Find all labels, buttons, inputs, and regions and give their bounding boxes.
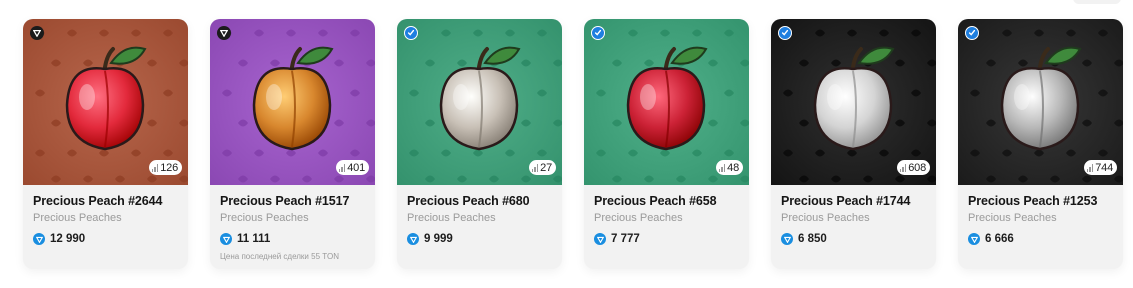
price-row: 11 111 — [220, 233, 365, 245]
supply-count-badge: 27 — [528, 160, 556, 175]
signal-bars-icon — [151, 163, 159, 172]
supply-count-badge: 744 — [1083, 160, 1117, 175]
nft-image: 608 — [771, 19, 936, 185]
nft-name: Precious Peach #1253 — [968, 194, 1098, 208]
nft-card[interactable]: 401 Precious Peach #1517 Precious Peache… — [210, 19, 375, 269]
ton-icon — [220, 233, 232, 245]
collection-name: Precious Peaches — [407, 212, 496, 224]
check-badge-icon — [965, 26, 979, 40]
signal-bars-icon — [718, 163, 726, 172]
price-row: 6 850 — [781, 233, 926, 245]
supply-count: 27 — [540, 161, 552, 174]
top-tab-edge — [1073, 0, 1121, 4]
nft-name: Precious Peach #1517 — [220, 194, 350, 208]
ton-icon — [33, 233, 45, 245]
price-row: 12 990 — [33, 233, 178, 245]
nft-card[interactable]: 126 Precious Peach #2644 Precious Peache… — [23, 19, 188, 269]
nft-image: 126 — [23, 19, 188, 185]
supply-count-badge: 126 — [148, 160, 182, 175]
price-value: 9 999 — [424, 233, 453, 245]
supply-count: 48 — [727, 161, 739, 174]
nft-card[interactable]: 27 Precious Peach #680 Precious Peaches … — [397, 19, 562, 269]
collection-name: Precious Peaches — [594, 212, 683, 224]
collection-name: Precious Peaches — [220, 212, 309, 224]
supply-count-badge: 401 — [335, 160, 369, 175]
nft-image: 744 — [958, 19, 1123, 185]
nft-image: 27 — [397, 19, 562, 185]
supply-count-badge: 608 — [896, 160, 930, 175]
nft-card[interactable]: 608 Precious Peach #1744 Precious Peache… — [771, 19, 936, 269]
verified-shield-icon — [30, 26, 44, 40]
supply-count: 126 — [160, 161, 178, 174]
price-value: 7 777 — [611, 233, 640, 245]
ton-icon — [968, 233, 980, 245]
collection-name: Precious Peaches — [781, 212, 870, 224]
nft-card[interactable]: 48 Precious Peach #658 Precious Peaches … — [584, 19, 749, 269]
nft-image: 401 — [210, 19, 375, 185]
signal-bars-icon — [1086, 163, 1094, 172]
price-value: 6 850 — [798, 233, 827, 245]
price-value: 12 990 — [50, 233, 86, 245]
nft-name: Precious Peach #2644 — [33, 194, 163, 208]
price-value: 6 666 — [985, 233, 1014, 245]
verified-shield-icon — [217, 26, 231, 40]
ton-icon — [781, 233, 793, 245]
last-sale-price: Цена последней сделки 55 TON — [220, 252, 339, 261]
collection-name: Precious Peaches — [968, 212, 1057, 224]
nft-name: Precious Peach #1744 — [781, 194, 911, 208]
supply-count: 744 — [1095, 161, 1113, 174]
supply-count: 401 — [347, 161, 365, 174]
price-value: 11 111 — [237, 233, 271, 245]
signal-bars-icon — [899, 163, 907, 172]
price-row: 9 999 — [407, 233, 552, 245]
check-badge-icon — [591, 26, 605, 40]
nft-name: Precious Peach #680 — [407, 194, 530, 208]
check-badge-icon — [778, 26, 792, 40]
supply-count: 608 — [908, 161, 926, 174]
nft-name: Precious Peach #658 — [594, 194, 717, 208]
signal-bars-icon — [531, 163, 539, 172]
ton-icon — [407, 233, 419, 245]
price-row: 6 666 — [968, 233, 1113, 245]
ton-icon — [594, 233, 606, 245]
collection-name: Precious Peaches — [33, 212, 122, 224]
nft-grid: 126 Precious Peach #2644 Precious Peache… — [23, 19, 1123, 269]
price-row: 7 777 — [594, 233, 739, 245]
nft-card[interactable]: 744 Precious Peach #1253 Precious Peache… — [958, 19, 1123, 269]
check-badge-icon — [404, 26, 418, 40]
nft-image: 48 — [584, 19, 749, 185]
signal-bars-icon — [338, 163, 346, 172]
supply-count-badge: 48 — [715, 160, 743, 175]
